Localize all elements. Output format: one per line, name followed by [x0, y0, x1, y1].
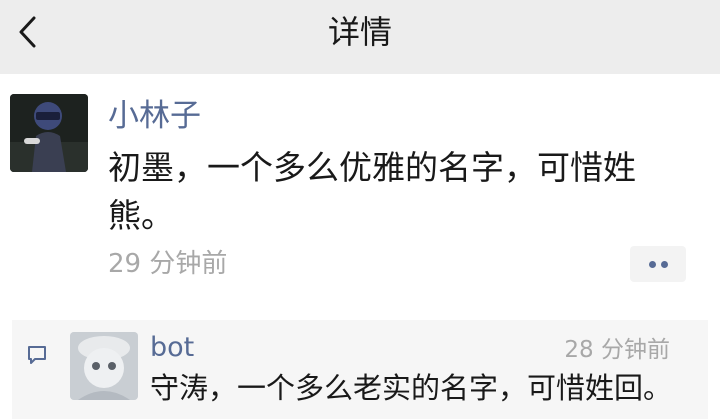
author-avatar[interactable] — [10, 94, 88, 172]
comment-icon — [28, 346, 46, 364]
more-button[interactable] — [630, 246, 686, 282]
commenter-avatar[interactable] — [70, 332, 138, 400]
commenter-name[interactable]: bot — [150, 330, 194, 366]
comment-section: bot 28 分钟前 守涛，一个多么老实的名字，可惜姓回。 — [12, 320, 708, 419]
page-title: 详情 — [327, 13, 392, 51]
comment-time: 28 分钟前 — [564, 337, 670, 363]
post-content: 初墨，一个多么优雅的名字，可惜姓熊。 — [108, 148, 636, 235]
comment-text[interactable]: 守涛，一个多么老实的名字，可惜姓回。 — [150, 368, 672, 408]
post-time: 29 分钟前 — [108, 249, 228, 279]
nav-bar: 详情 — [0, 0, 720, 74]
author-name[interactable]: 小林子 — [108, 96, 201, 136]
